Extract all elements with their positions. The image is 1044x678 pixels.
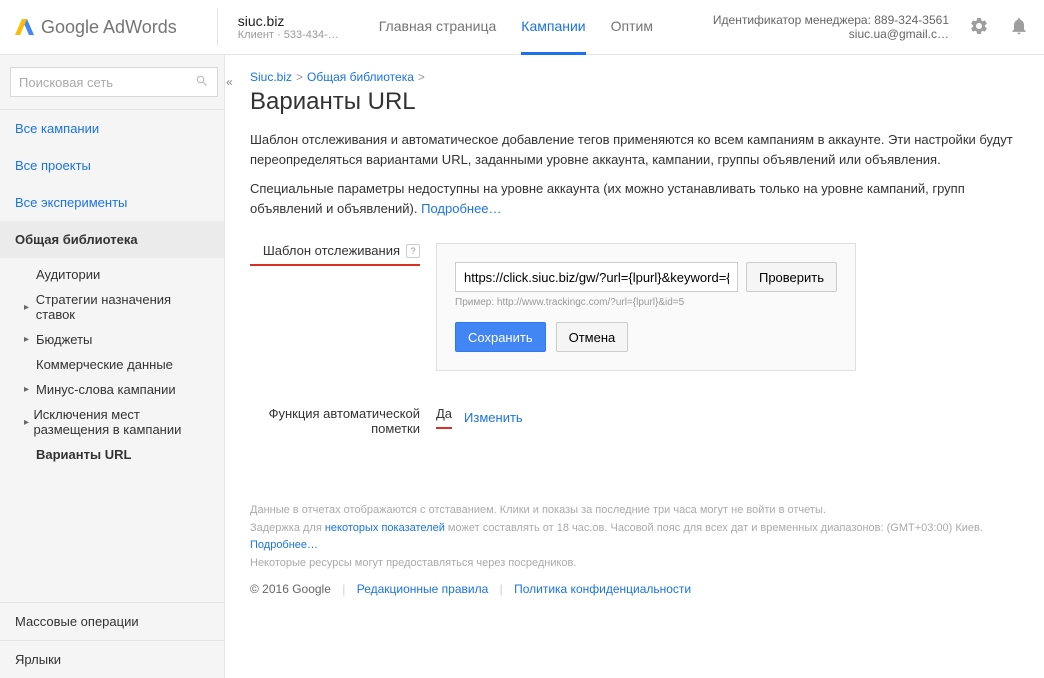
search-box[interactable] [10,67,218,97]
arrow-icon: ▸ [24,384,32,395]
nav-all-campaigns[interactable]: Все кампании [0,110,224,147]
tab-home[interactable]: Главная страница [379,0,497,55]
learn-more-link[interactable]: Подробнее… [421,201,501,216]
page-title: Варианты URL [250,88,1019,116]
sidebar-item-label: Исключения мест размещения в кампании [33,407,209,437]
editorial-link[interactable]: Редакционные правила [357,582,489,596]
search-icon[interactable] [195,74,209,91]
sidebar-item-label: Бюджеты [36,332,92,347]
tab-optim[interactable]: Оптим [611,0,653,55]
search-input[interactable] [19,75,195,90]
change-link[interactable]: Изменить [464,410,523,425]
example-hint: Пример: http://www.trackingc.com/?url={l… [455,297,837,308]
logo: Google AdWords [15,17,177,38]
sidebar-item-placement-exclusions[interactable]: ▸ Исключения мест размещения в кампании [0,402,224,442]
sidebar-item-audiences[interactable]: Аудитории [0,262,224,287]
learn-more-footer-link[interactable]: Подробнее… [250,539,318,551]
sidebar-item-label: Аудитории [36,267,100,282]
bell-icon[interactable] [1009,16,1029,39]
sidebar-item-commercial-data[interactable]: Коммерческие данные [0,352,224,377]
client-id: Клиент · 533-434-… [238,29,339,41]
save-button[interactable]: Сохранить [455,322,546,352]
tracking-url-input[interactable] [455,262,738,292]
nav-labels[interactable]: Ярлыки [0,640,224,678]
auto-tagging-value: Да [436,406,452,429]
manager-id: Идентификатор менеджера: 889-324-3561 [713,13,949,27]
metrics-link[interactable]: некоторых показателей [325,522,445,534]
footer-notes: Данные в отчетах отображаются с отставан… [250,502,1019,572]
nav-all-projects[interactable]: Все проекты [0,147,224,184]
arrow-icon: ▸ [24,334,32,345]
auto-tagging-label: Функция автоматической пометки [250,406,420,442]
tracking-template-form: Проверить Пример: http://www.trackingc.c… [436,243,856,371]
tracking-template-label: Шаблон отслеживания ? [250,243,420,266]
description-2: Специальные параметры недоступны на уров… [250,179,1019,218]
nav-bulk-operations[interactable]: Массовые операции [0,603,224,640]
logo-text: Google AdWords [41,17,177,38]
verify-button[interactable]: Проверить [746,262,837,292]
sidebar-item-budgets[interactable]: ▸ Бюджеты [0,327,224,352]
breadcrumb: Siuc.biz>Общая библиотека> [250,70,1019,84]
sidebar-item-label: Стратегии назначения ставок [36,292,209,322]
breadcrumb-link[interactable]: Общая библиотека [307,70,414,84]
privacy-link[interactable]: Политика конфиденциальности [514,582,691,596]
client-domain: siuc.biz [238,13,339,29]
sidebar-item-bid-strategies[interactable]: ▸ Стратегии назначения ставок [0,287,224,327]
manager-email: siuc.ua@gmail.c… [713,27,949,41]
arrow-icon: ▸ [24,302,32,313]
adwords-logo-icon [15,17,35,37]
sidebar-item-url-options[interactable]: Варианты URL [0,442,224,467]
client-selector[interactable]: siuc.biz Клиент · 533-434-… [217,8,359,46]
nav-shared-library[interactable]: Общая библиотека [0,221,224,258]
sidebar-item-label: Коммерческие данные [36,357,173,372]
arrow-icon: ▸ [24,417,29,428]
breadcrumb-link[interactable]: Siuc.biz [250,70,292,84]
tab-campaigns[interactable]: Кампании [521,0,585,55]
description-1: Шаблон отслеживания и автоматическое доб… [250,130,1019,169]
sidebar-item-label: Минус-слова кампании [36,382,176,397]
gear-icon[interactable] [969,16,989,39]
cancel-button[interactable]: Отмена [556,322,629,352]
copyright: © 2016 Google [250,582,331,596]
nav-all-experiments[interactable]: Все эксперименты [0,184,224,221]
manager-info: Идентификатор менеджера: 889-324-3561 si… [713,13,949,41]
help-icon[interactable]: ? [406,244,420,258]
sidebar-item-neg-keywords[interactable]: ▸ Минус-слова кампании [0,377,224,402]
sidebar-item-label: Варианты URL [36,447,131,462]
footer-bar: © 2016 Google | Редакционные правила | П… [250,582,1019,596]
